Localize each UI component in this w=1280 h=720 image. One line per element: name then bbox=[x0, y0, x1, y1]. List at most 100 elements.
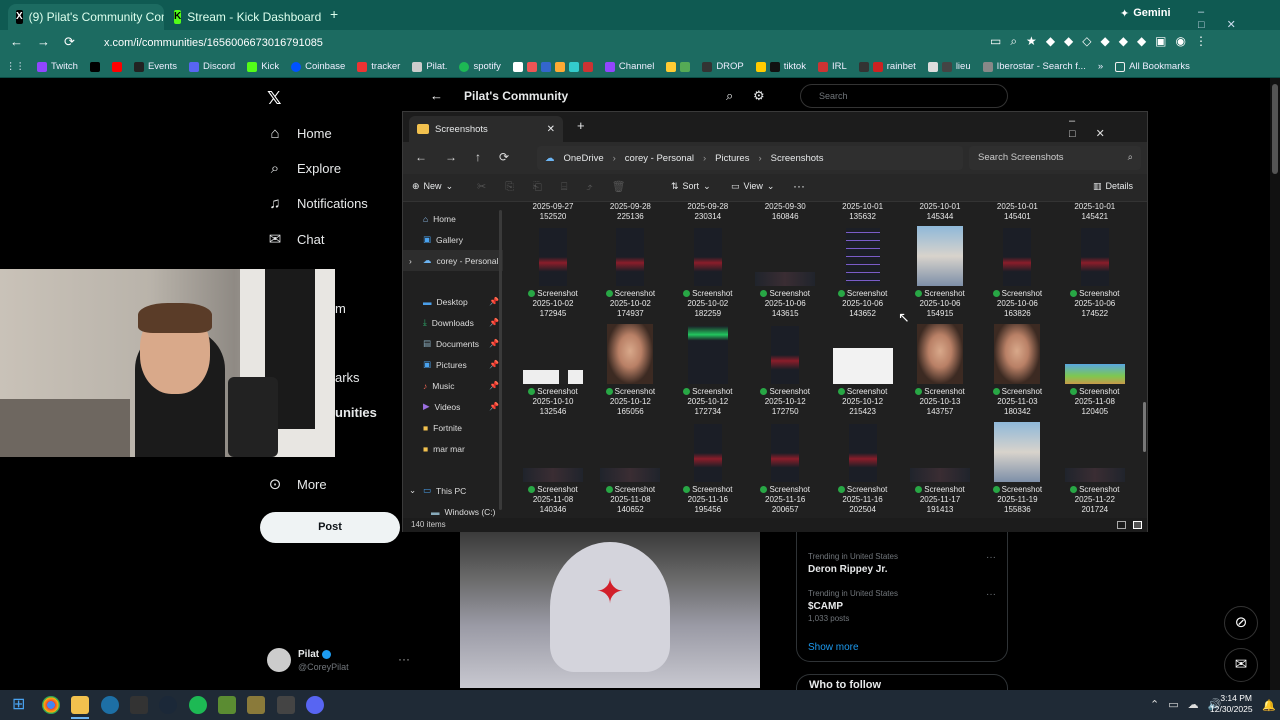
bookmarks-overflow-icon[interactable]: » bbox=[1092, 61, 1109, 72]
file-item[interactable]: Screenshot 2025-11-08 140346 bbox=[515, 420, 591, 515]
details-view-icon[interactable] bbox=[1117, 521, 1126, 529]
nav-more[interactable]: ⊙ More bbox=[267, 475, 327, 493]
bookmark-spotify[interactable]: spotify bbox=[453, 61, 506, 72]
nav-pane-desktop[interactable]: ▬ Desktop 📌 bbox=[403, 291, 503, 312]
edit-action-icons[interactable]: ✂⎘⎗⌸⤴🗑 bbox=[477, 180, 645, 194]
bookmark-tiktok[interactable]: tiktok bbox=[750, 61, 812, 72]
bookmark-drop[interactable]: DROP bbox=[696, 61, 749, 72]
messages-icon[interactable]: ✉ bbox=[1224, 648, 1258, 682]
file-item[interactable]: 2025-10-01 145344 bbox=[902, 202, 978, 222]
breadcrumb-item[interactable]: OneDrive bbox=[564, 153, 604, 164]
pin-icon[interactable]: 📌 bbox=[489, 402, 499, 411]
nav-pane-scrollbar[interactable] bbox=[499, 210, 502, 510]
file-item[interactable]: Screenshot 2025-11-19 155836 bbox=[979, 420, 1055, 515]
file-item[interactable]: Screenshot 2025-10-12 215423 bbox=[825, 322, 901, 417]
file-item[interactable]: Screenshot 2025-10-02 174937 bbox=[592, 224, 668, 319]
nav-pane-home[interactable]: ⌂ Home bbox=[403, 208, 503, 229]
file-item[interactable]: 2025-10-01 145401 bbox=[979, 202, 1055, 222]
bookmark-coinbase[interactable]: Coinbase bbox=[285, 61, 351, 72]
file-item[interactable]: Screenshot 2025-11-16 200657 bbox=[747, 420, 823, 515]
all-bookmarks[interactable]: All Bookmarks bbox=[1109, 61, 1196, 72]
tab-pilat-community[interactable]: X (9) Pilat's Community Commu ✕ bbox=[8, 4, 164, 30]
close-icon[interactable]: ✕ bbox=[547, 124, 555, 135]
toolbar-extension-icons[interactable]: ▭⌕★◆◆◇◆◆◆▣◉⋮ bbox=[990, 34, 1216, 49]
file-item[interactable]: Screenshot 2025-10-06 174522 bbox=[1057, 224, 1133, 319]
clock[interactable]: 3:14 PM 12/30/2025 bbox=[1210, 693, 1253, 715]
bookmark-youtube[interactable] bbox=[106, 61, 128, 72]
file-item[interactable]: Screenshot 2025-11-03 180342 bbox=[979, 322, 1055, 417]
bookmark-more-icons[interactable] bbox=[660, 61, 696, 72]
explorer-search-input[interactable]: Search Screenshots ⌕ bbox=[969, 146, 1141, 170]
pin-icon[interactable]: 📌 bbox=[489, 339, 499, 348]
file-item[interactable]: 2025-09-27 152520 bbox=[515, 202, 591, 222]
file-item[interactable]: Screenshot 2025-10-06 143615 bbox=[747, 224, 823, 319]
explorer-tab[interactable]: Screenshots ✕ bbox=[409, 116, 563, 142]
nav-pane-gallery[interactable]: ▣ Gallery bbox=[403, 229, 503, 250]
account-menu-icon[interactable]: ··· bbox=[398, 652, 410, 666]
nav-partial-communities[interactable]: unities bbox=[335, 405, 377, 420]
pin-icon[interactable]: 📌 bbox=[489, 360, 499, 369]
new-button[interactable]: ⊕ New ⌄ bbox=[412, 181, 453, 192]
file-item[interactable]: Screenshot 2025-11-08 120405 bbox=[1057, 322, 1133, 417]
minecraft-icon[interactable] bbox=[218, 696, 236, 714]
file-item[interactable]: 2025-09-30 160846 bbox=[747, 202, 823, 222]
tab-kick-dashboard[interactable]: K Stream - Kick Dashboard ✕ bbox=[166, 4, 322, 30]
x-logo-icon[interactable]: 𝕏 bbox=[267, 88, 282, 109]
details-button[interactable]: ▥ Details bbox=[1093, 181, 1133, 192]
sort-button[interactable]: ⇅ Sort ⌄ bbox=[671, 181, 711, 192]
trend-title[interactable]: $CAMP bbox=[808, 601, 843, 612]
new-tab-icon[interactable]: + bbox=[577, 118, 585, 133]
tiles-view-icon[interactable] bbox=[1133, 521, 1142, 529]
nav-explore[interactable]: ⌕ Explore bbox=[267, 160, 341, 177]
bookmark-iberostar[interactable]: Iberostar - Search f... bbox=[977, 61, 1092, 72]
file-item[interactable]: Screenshot 2025-11-17 191413 bbox=[902, 420, 978, 515]
nav-pane-onedrive[interactable]: › ☁ corey - Personal bbox=[403, 250, 503, 271]
show-more-link[interactable]: Show more bbox=[808, 642, 859, 653]
steam-icon[interactable] bbox=[159, 696, 177, 714]
trend-menu-icon[interactable]: ··· bbox=[986, 552, 996, 563]
chrome-icon[interactable] bbox=[42, 696, 60, 714]
avatar[interactable] bbox=[267, 648, 291, 672]
discord-icon[interactable] bbox=[306, 696, 324, 714]
post-image[interactable]: ✦ bbox=[460, 532, 760, 688]
bookmark-misc-icons[interactable] bbox=[507, 61, 599, 72]
file-item[interactable]: 2025-10-01 145421 bbox=[1057, 202, 1133, 222]
nav-notifications[interactable]: ♫ Notifications bbox=[267, 195, 367, 212]
view-button[interactable]: ▭ View ⌄ bbox=[731, 181, 774, 192]
pin-icon[interactable]: 📌 bbox=[489, 381, 499, 390]
file-item[interactable]: Screenshot 2025-10-06 143652 bbox=[825, 224, 901, 319]
x-search-input[interactable]: Search bbox=[800, 84, 1008, 108]
nav-pane-documents[interactable]: ▤ Documents 📌 bbox=[403, 333, 503, 354]
start-icon[interactable]: ⊞ bbox=[12, 696, 30, 714]
bookmark-rainbet[interactable]: rainbet bbox=[853, 61, 922, 72]
nav-pane-pictures[interactable]: ▣ Pictures 📌 bbox=[403, 354, 503, 375]
post-button[interactable]: Post bbox=[260, 512, 400, 543]
controller-icon[interactable] bbox=[277, 696, 295, 714]
file-item[interactable]: Screenshot 2025-11-16 202504 bbox=[825, 420, 901, 515]
bookmark-discord[interactable]: Discord bbox=[183, 61, 241, 72]
file-item[interactable]: Screenshot 2025-10-12 172750 bbox=[747, 322, 823, 417]
file-item[interactable]: Screenshot 2025-11-22 201724 bbox=[1057, 420, 1133, 515]
file-item[interactable]: Screenshot 2025-11-16 195456 bbox=[670, 420, 746, 515]
spotify-icon[interactable] bbox=[189, 696, 207, 714]
file-item[interactable]: Screenshot 2025-10-10 132546 bbox=[515, 322, 591, 417]
trend-title[interactable]: Deron Rippey Jr. bbox=[808, 564, 887, 575]
file-item[interactable]: Screenshot 2025-10-13 143757 bbox=[902, 322, 978, 417]
nav-pane-mar-mar[interactable]: ■ mar mar bbox=[403, 438, 503, 459]
file-item[interactable]: Screenshot 2025-10-02 182259 bbox=[670, 224, 746, 319]
file-item[interactable]: 2025-09-28 230314 bbox=[670, 202, 746, 222]
file-item[interactable]: 2025-09-28 225136 bbox=[592, 202, 668, 222]
nav-pane-music[interactable]: ♪ Music 📌 bbox=[403, 375, 503, 396]
grok-icon[interactable]: ⊘ bbox=[1224, 606, 1258, 640]
bookmark-twitch[interactable]: Twitch bbox=[31, 61, 84, 72]
file-item[interactable]: Screenshot 2025-10-06 163826 bbox=[979, 224, 1055, 319]
app-icon[interactable] bbox=[247, 696, 265, 714]
nav-pane-downloads[interactable]: ⤓ Downloads 📌 bbox=[403, 312, 503, 333]
bookmark-kick[interactable]: Kick bbox=[241, 61, 285, 72]
bookmark-tracker[interactable]: tracker bbox=[351, 61, 406, 72]
epic-games-icon[interactable] bbox=[130, 696, 148, 714]
bookmark-events[interactable]: Events bbox=[128, 61, 183, 72]
nav-partial-bookmarks[interactable]: arks bbox=[335, 370, 360, 385]
search-icon[interactable]: ⌕ bbox=[726, 88, 733, 104]
file-item[interactable]: Screenshot 2025-10-06 154915 bbox=[902, 224, 978, 319]
